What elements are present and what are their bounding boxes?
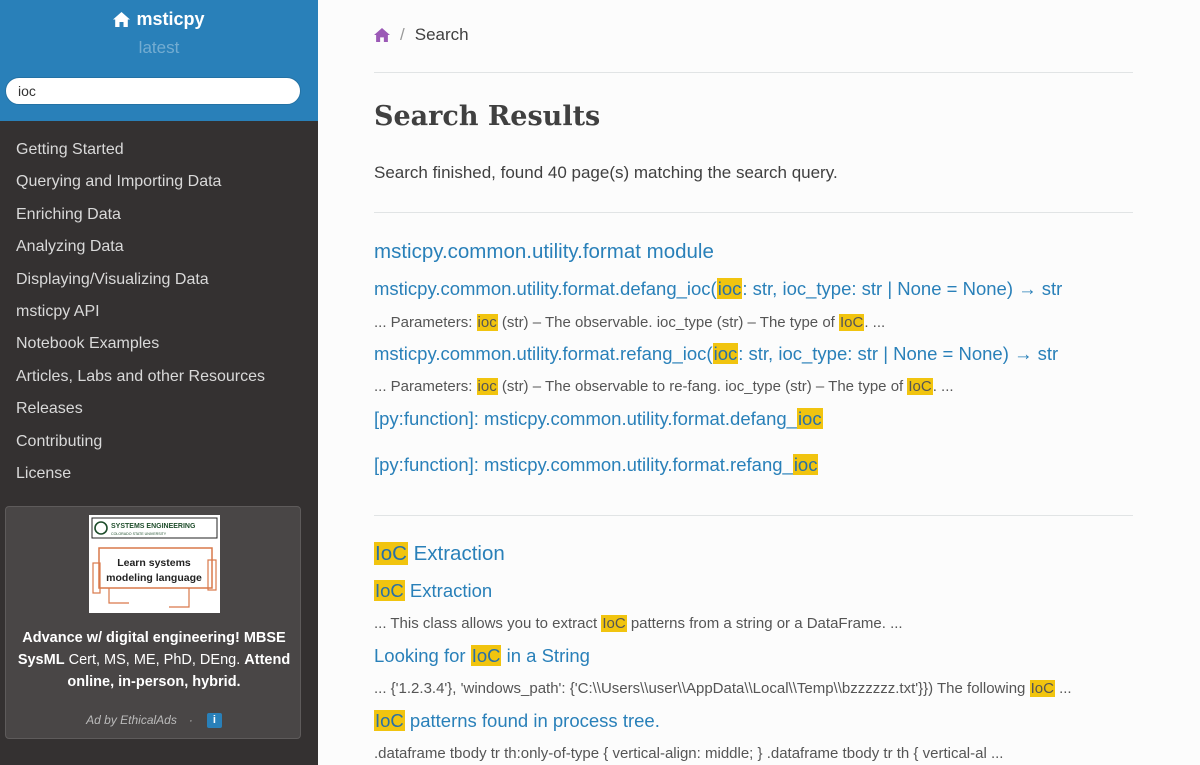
search-highlight: IoC [1029,680,1055,697]
result-title[interactable]: msticpy.common.utility.format module [374,240,714,264]
ad-dot: · [188,713,193,727]
sidebar-item-contributing[interactable]: Contributing [0,426,318,458]
search-highlight: IoC [374,542,408,565]
sidebar: msticpy latest Getting Started Querying … [0,0,318,765]
search-summary: Search finished, found 40 page(s) matchi… [374,163,838,182]
search-highlight: ioc [712,343,739,364]
result-link[interactable]: IoC Extraction [374,580,492,602]
search-highlight: IoC [374,710,405,731]
ad-text-bold-1: Advance w/ digital engineering! [22,630,240,646]
ad-by-link[interactable]: Ad by EthicalAds [86,713,177,727]
search-highlight: ioc [476,378,498,395]
divider [374,72,1133,73]
page-title: Search Results [374,101,601,132]
result-context: ... {'1.2.3.4'}, 'windows_path': {'C:\\U… [374,680,1072,697]
search-highlight: ioc [796,408,823,429]
search-highlight: ioc [716,278,743,299]
sidebar-item-visualizing[interactable]: Displaying/Visualizing Data [0,264,318,296]
search-highlight: IoC [601,615,627,632]
sidebar-item-enriching[interactable]: Enriching Data [0,199,318,231]
search-highlight: IoC [470,645,502,666]
ad-text[interactable]: Advance w/ digital engineering! MBSE Sys… [16,627,292,693]
divider [374,515,1133,516]
breadcrumb-separator: / [400,25,405,44]
version-label: latest [138,38,180,57]
sidebar-item-querying-importing[interactable]: Querying and Importing Data [0,166,318,198]
sidebar-item-getting-started[interactable]: Getting Started [0,134,318,166]
result-link[interactable]: IoC patterns found in process tree. [374,710,660,732]
result-link[interactable]: msticpy.common.utility.format.defang_ioc… [374,278,1062,300]
search-highlight: IoC [839,314,865,331]
result-context: ... Parameters: ioc (str) – The observab… [374,378,954,395]
result-link[interactable]: Looking for IoC in a String [374,645,590,667]
result-title[interactable]: IoC Extraction [374,542,505,566]
result-link[interactable]: msticpy.common.utility.format.refang_ioc… [374,343,1058,365]
ad-info-icon[interactable]: i [206,713,222,729]
result-link[interactable]: [py:function]: msticpy.common.utility.fo… [374,408,823,430]
sidebar-header: msticpy latest [0,0,318,121]
sidebar-item-license[interactable]: License [0,458,318,490]
result-context: .dataframe tbody tr th:only-of-type { ve… [374,745,1004,762]
search-highlight: IoC [907,378,933,395]
project-home-link[interactable]: msticpy [113,9,205,30]
ad-text-plain: Cert, MS, ME, PhD, DEng. [68,652,241,668]
ad-logo-text: SYSTEMS ENGINEERING [111,523,196,530]
sidebar-item-api[interactable]: msticpy API [0,296,318,328]
ad-image-line1: Learn systems [117,557,191,569]
sidebar-item-releases[interactable]: Releases [0,393,318,425]
search-highlight: ioc [792,454,819,475]
ad-image-line2: modeling language [106,572,202,584]
ad-attribution: Ad by EthicalAds · i [6,713,302,729]
result-context: ... This class allows you to extract IoC… [374,615,903,632]
search-highlight: ioc [476,314,498,331]
project-name: msticpy [136,9,205,29]
search-highlight: IoC [374,580,405,601]
ad-image[interactable]: SYSTEMS ENGINEERING COLORADO STATE UNIVE… [89,515,220,613]
breadcrumb: / Search [374,25,469,45]
ethical-ad[interactable]: SYSTEMS ENGINEERING COLORADO STATE UNIVE… [5,506,301,739]
breadcrumb-current: Search [414,25,469,44]
ad-logo-subtext: COLORADO STATE UNIVERSITY [111,532,167,536]
sidebar-nav: Getting Started Querying and Importing D… [0,134,318,490]
sidebar-item-notebook-examples[interactable]: Notebook Examples [0,328,318,360]
home-icon [113,12,131,27]
search-docs-input[interactable] [5,77,301,105]
result-link[interactable]: [py:function]: msticpy.common.utility.fo… [374,454,819,476]
divider [374,212,1133,213]
sidebar-item-analyzing[interactable]: Analyzing Data [0,231,318,263]
home-icon[interactable] [374,28,390,42]
sidebar-item-articles[interactable]: Articles, Labs and other Resources [0,361,318,393]
result-context: ... Parameters: ioc (str) – The observab… [374,314,886,331]
